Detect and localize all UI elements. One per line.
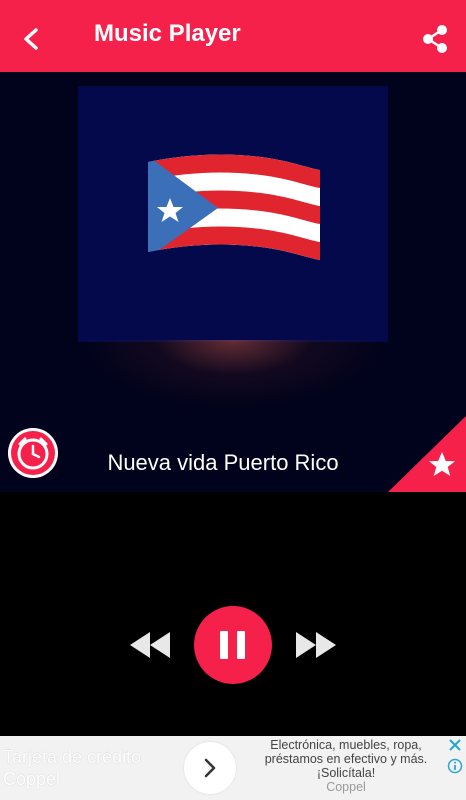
ad-body-line2: préstamos en efectivo y más. <box>264 752 428 766</box>
ad-body-line3: ¡Solicítala! <box>316 766 376 780</box>
rewind-icon[interactable] <box>128 628 172 662</box>
artwork-reflection <box>78 340 388 410</box>
ad-open-button[interactable] <box>184 742 236 794</box>
close-icon[interactable] <box>448 738 462 752</box>
puerto-rico-flag-image <box>148 154 320 260</box>
pause-button[interactable] <box>194 606 272 684</box>
ad-body-line1: Electrónica, muebles, ropa, <box>270 738 422 752</box>
arrow-back-icon[interactable] <box>14 22 48 56</box>
ad-headline-line2: Coppel <box>3 769 61 789</box>
pause-icon-bar <box>237 631 245 659</box>
app-bar: Music Player <box>0 0 466 72</box>
playback-controls <box>0 492 466 736</box>
favorite-button[interactable] <box>388 416 466 492</box>
ad-banner[interactable]: Tarjeta de crédito Coppel Electrónica, m… <box>0 736 466 800</box>
station-artwork <box>78 86 388 342</box>
page-title: Music Player <box>94 20 241 47</box>
info-icon[interactable] <box>447 758 463 774</box>
station-name: Nueva vida Puerto Rico <box>107 450 339 475</box>
ad-body: Electrónica, muebles, ropa, préstamos en… <box>248 738 444 794</box>
fast-forward-icon[interactable] <box>294 628 338 662</box>
now-playing-panel: Nueva vida Puerto Rico <box>0 72 466 492</box>
chevron-right-icon <box>204 758 216 778</box>
pause-icon <box>220 631 228 659</box>
ad-source: Coppel <box>326 780 366 794</box>
share-icon[interactable] <box>418 22 452 56</box>
ad-headline-line1: Tarjeta de crédito <box>3 747 142 767</box>
ad-headline: Tarjeta de crédito Coppel <box>3 746 141 790</box>
